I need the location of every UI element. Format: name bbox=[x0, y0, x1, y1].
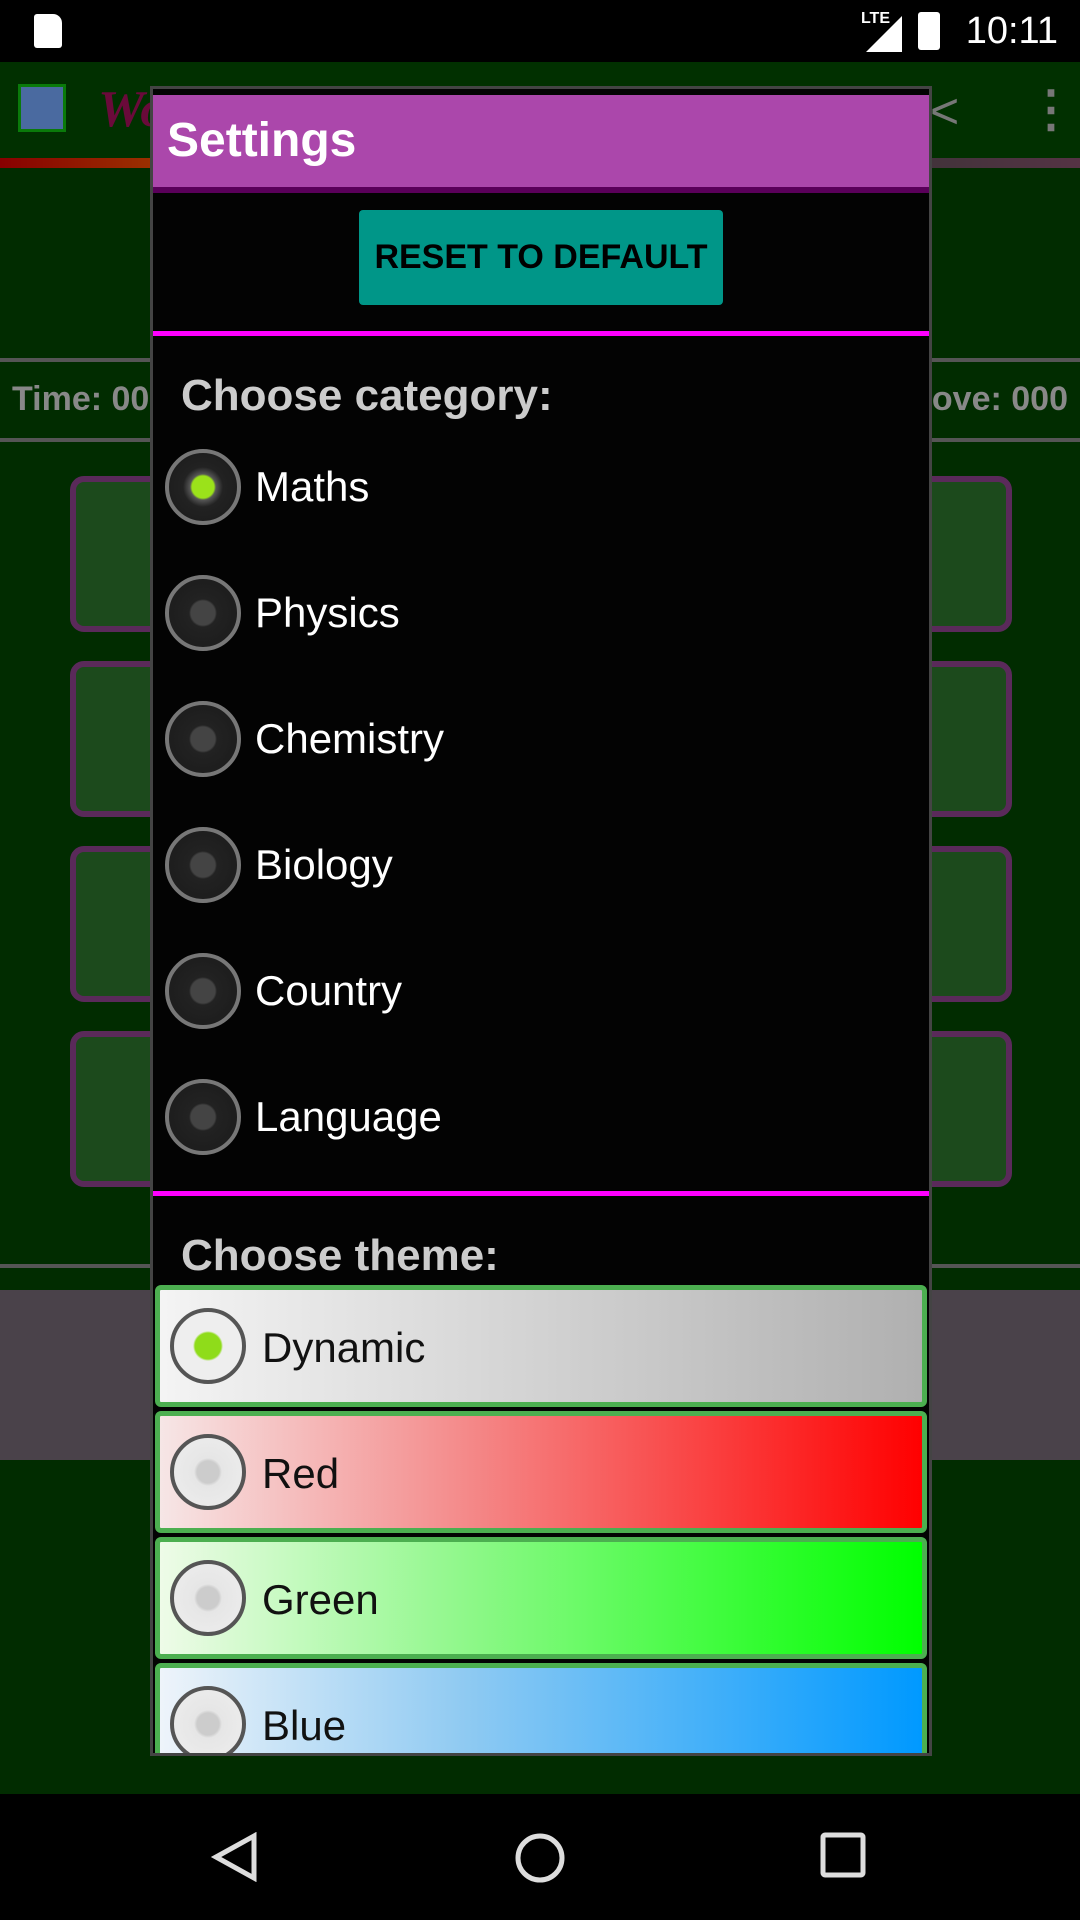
nav-bar bbox=[0, 1794, 1080, 1920]
dialog-header: Settings bbox=[153, 95, 929, 193]
settings-dialog: Settings RESET TO DEFAULT Choose categor… bbox=[150, 86, 932, 1756]
radio-button[interactable] bbox=[165, 827, 241, 903]
category-option-country[interactable]: Country bbox=[153, 931, 929, 1051]
radio-button[interactable] bbox=[165, 575, 241, 651]
category-option-biology[interactable]: Biology bbox=[153, 805, 929, 925]
radio-button[interactable] bbox=[165, 953, 241, 1029]
more-vert-icon[interactable]: ⋮ bbox=[1026, 80, 1076, 138]
radio-button[interactable] bbox=[170, 1560, 246, 1636]
sd-card-icon bbox=[34, 14, 62, 48]
status-bar: LTE 10:11 bbox=[0, 0, 1080, 62]
option-label: Physics bbox=[255, 589, 400, 636]
app-logo-icon bbox=[18, 84, 66, 132]
option-label: Country bbox=[255, 967, 403, 1014]
radio-button[interactable] bbox=[165, 1079, 241, 1155]
theme-option-dynamic[interactable]: Dynamic bbox=[155, 1285, 927, 1407]
clock: 10:11 bbox=[965, 10, 1058, 52]
reset-to-default-button[interactable]: RESET TO DEFAULT bbox=[359, 210, 723, 305]
share-icon[interactable]: < bbox=[930, 82, 959, 140]
category-option-physics[interactable]: Physics bbox=[153, 553, 929, 673]
category-option-chemistry[interactable]: Chemistry bbox=[153, 679, 929, 799]
dialog-title: Settings bbox=[167, 114, 357, 167]
radio-button[interactable] bbox=[170, 1308, 246, 1384]
option-label: Chemistry bbox=[255, 715, 445, 762]
theme-option-blue[interactable]: Blue bbox=[155, 1663, 927, 1753]
option-label: Biology bbox=[255, 841, 393, 888]
category-option-language[interactable]: Language bbox=[153, 1057, 929, 1177]
option-label: Blue bbox=[262, 1702, 347, 1749]
option-label: Maths bbox=[255, 463, 370, 510]
time-label: Time: 00 bbox=[12, 380, 150, 418]
radio-button[interactable] bbox=[170, 1434, 246, 1510]
option-label: Green bbox=[262, 1576, 379, 1623]
theme-option-green[interactable]: Green bbox=[155, 1537, 927, 1659]
category-heading: Choose category: bbox=[181, 371, 553, 420]
option-label: Language bbox=[255, 1093, 442, 1140]
divider bbox=[153, 1191, 929, 1196]
battery-charging-icon bbox=[918, 12, 940, 50]
home-icon[interactable] bbox=[514, 1832, 566, 1884]
radio-button[interactable] bbox=[170, 1686, 246, 1753]
theme-heading: Choose theme: bbox=[181, 1231, 499, 1280]
category-option-maths[interactable]: Maths bbox=[153, 427, 929, 547]
back-icon[interactable] bbox=[210, 1832, 260, 1882]
recents-icon[interactable] bbox=[820, 1832, 866, 1878]
signal-icon bbox=[866, 16, 902, 52]
option-label: Dynamic bbox=[262, 1324, 426, 1371]
radio-button[interactable] bbox=[165, 701, 241, 777]
option-label: Red bbox=[262, 1450, 340, 1497]
radio-button[interactable] bbox=[165, 449, 241, 525]
divider bbox=[153, 331, 929, 336]
theme-option-red[interactable]: Red bbox=[155, 1411, 927, 1533]
